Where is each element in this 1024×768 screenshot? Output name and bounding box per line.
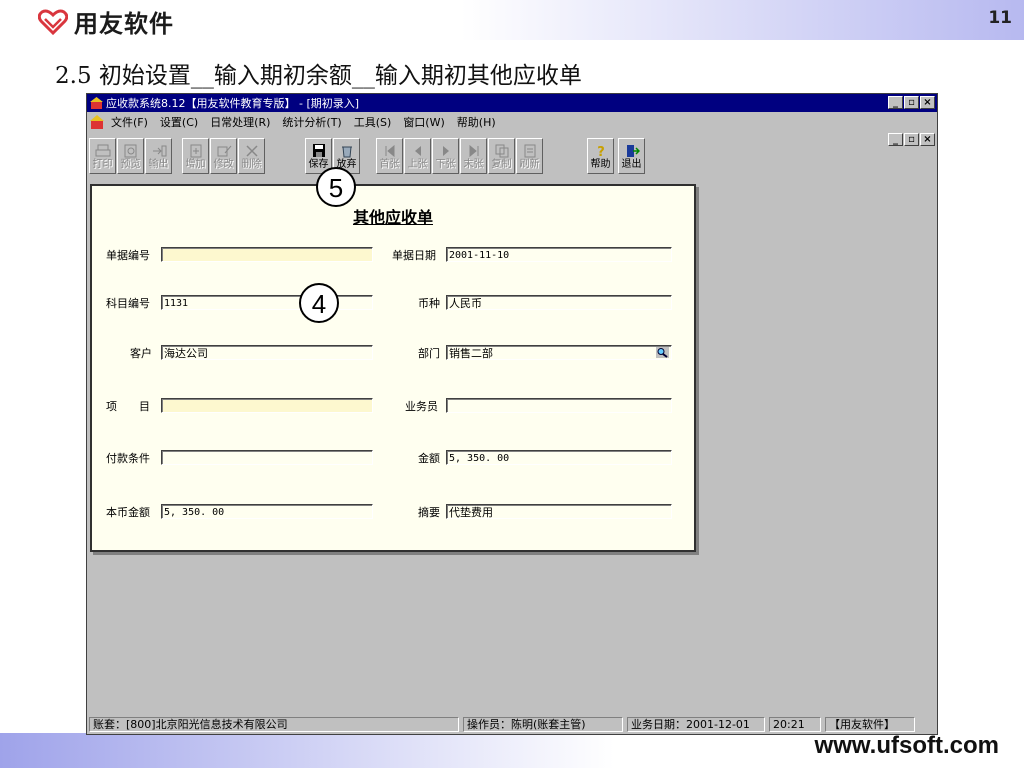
customer-label: 客户 [130, 347, 152, 360]
copy-button[interactable]: 复制 [488, 138, 515, 174]
currency-input[interactable]: 人民币 [446, 295, 672, 310]
menu-settings[interactable]: 设置(C) [160, 114, 198, 130]
last-icon [469, 144, 478, 158]
brand-name: 用友软件 [74, 10, 174, 38]
ufida-logo-icon [38, 9, 68, 35]
doc-date-input[interactable]: 2001-11-10 [446, 247, 672, 262]
first-icon [385, 144, 394, 158]
minimize-button[interactable]: _ [888, 96, 903, 109]
local-amount-input[interactable]: 5, 350. 00 [161, 504, 373, 519]
menu-file[interactable]: 文件(F) [111, 114, 148, 130]
copy-icon [495, 144, 508, 158]
status-account-set: 账套：[800]北京阳光信息技术有限公司 [89, 717, 459, 732]
delete-button[interactable]: 删除 [238, 138, 265, 174]
printer-icon [95, 144, 110, 157]
title-bar: 应收款系统8.12【用友软件教育专版】 - [期初录入] _ ▫ × [87, 94, 937, 112]
salesperson-label: 业务员 [405, 400, 438, 413]
toolbar: 打印 预览 输出 增加 修改 删除 保存 放弃 首张 上张 下张 末张 复制 刷… [87, 136, 937, 178]
help-icon: ? [597, 145, 605, 158]
form-title: 其他应收单 [352, 208, 433, 227]
summary-input[interactable]: 代垫费用 [446, 504, 672, 519]
next-icon [442, 146, 449, 156]
window-title: 应收款系统8.12【用友软件教育专版】 - [期初录入] [106, 97, 360, 110]
document-icon [89, 114, 105, 130]
department-input[interactable]: 销售二部 [446, 345, 672, 360]
edit-button[interactable]: 修改 [210, 138, 237, 174]
search-icon[interactable] [656, 347, 669, 358]
brand: 用友软件 [38, 4, 174, 39]
local-amount-label: 本币金额 [106, 506, 150, 519]
trash-icon [341, 146, 352, 158]
app-window: 应收款系统8.12【用友软件教育专版】 - [期初录入] _ ▫ × 文件(F)… [86, 93, 938, 735]
doc-no-label: 单据编号 [106, 249, 150, 262]
page-number: 11 [988, 8, 1012, 28]
project-input[interactable] [161, 398, 373, 413]
last-button[interactable]: 末张 [460, 138, 487, 174]
maximize-button[interactable]: ▫ [904, 96, 919, 109]
payment-terms-label: 付款条件 [106, 452, 150, 465]
menu-stats[interactable]: 统计分析(T) [282, 114, 341, 130]
refresh-icon [524, 144, 535, 158]
app-icon [89, 96, 103, 110]
currency-label: 币种 [418, 297, 440, 310]
account-code-input[interactable]: 1131 [161, 295, 373, 310]
account-code-label: 科目编号 [106, 297, 150, 310]
summary-label: 摘要 [418, 506, 440, 519]
project-label: 项 目 [106, 400, 150, 413]
status-business-date: 业务日期：2001-12-01 [627, 717, 765, 732]
slide-title: 2.5 初始设置__输入期初余额__输入期初其他应收单 [55, 63, 582, 89]
menu-window[interactable]: 窗口(W) [403, 114, 444, 130]
floppy-disk-icon [312, 144, 325, 157]
exit-button[interactable]: 退出 [618, 138, 645, 174]
status-bar: 账套：[800]北京阳光信息技术有限公司 操作员：陈明(账套主管) 业务日期：2… [87, 716, 937, 734]
menu-bar: 文件(F) 设置(C) 日常处理(R) 统计分析(T) 工具(S) 窗口(W) … [87, 112, 937, 146]
prev-icon [414, 146, 421, 156]
department-value: 销售二部 [449, 347, 493, 360]
menu-daily[interactable]: 日常处理(R) [210, 114, 270, 130]
close-button[interactable]: × [920, 96, 935, 109]
prev-button[interactable]: 上张 [404, 138, 431, 174]
export-icon [152, 145, 166, 157]
other-receivable-form: 其他应收单 单据编号 单据日期 2001-11-10 科目编号 1131 币种 … [90, 184, 696, 552]
menu-help[interactable]: 帮助(H) [457, 114, 496, 130]
callout-step-4: 4 [299, 283, 339, 323]
website-url: www.ufsoft.com [814, 732, 999, 759]
next-button[interactable]: 下张 [432, 138, 459, 174]
edit-icon [217, 145, 231, 157]
customer-input[interactable]: 海达公司 [161, 345, 373, 360]
status-time: 20:21 [769, 717, 821, 732]
doc-date-label: 单据日期 [392, 249, 436, 262]
print-button[interactable]: 打印 [89, 138, 116, 174]
salesperson-input[interactable] [446, 398, 672, 413]
payment-terms-input[interactable] [161, 450, 373, 465]
delete-icon [245, 145, 258, 157]
first-button[interactable]: 首张 [376, 138, 403, 174]
menu-tools[interactable]: 工具(S) [354, 114, 392, 130]
status-brand: 【用友软件】 [825, 717, 915, 732]
exit-icon [626, 145, 640, 157]
export-button[interactable]: 输出 [145, 138, 172, 174]
help-button[interactable]: ? 帮助 [587, 138, 614, 174]
status-operator: 操作员：陈明(账套主管) [463, 717, 623, 732]
refresh-button[interactable]: 刷新 [516, 138, 543, 174]
add-icon [190, 144, 201, 158]
svg-text:?: ? [597, 145, 605, 158]
amount-label: 金额 [418, 452, 440, 465]
callout-step-5: 5 [316, 167, 356, 207]
doc-no-input[interactable] [161, 247, 373, 262]
preview-icon [124, 144, 136, 158]
department-label: 部门 [418, 347, 440, 360]
preview-button[interactable]: 预览 [117, 138, 144, 174]
amount-input[interactable]: 5, 350. 00 [446, 450, 672, 465]
add-button[interactable]: 增加 [182, 138, 209, 174]
